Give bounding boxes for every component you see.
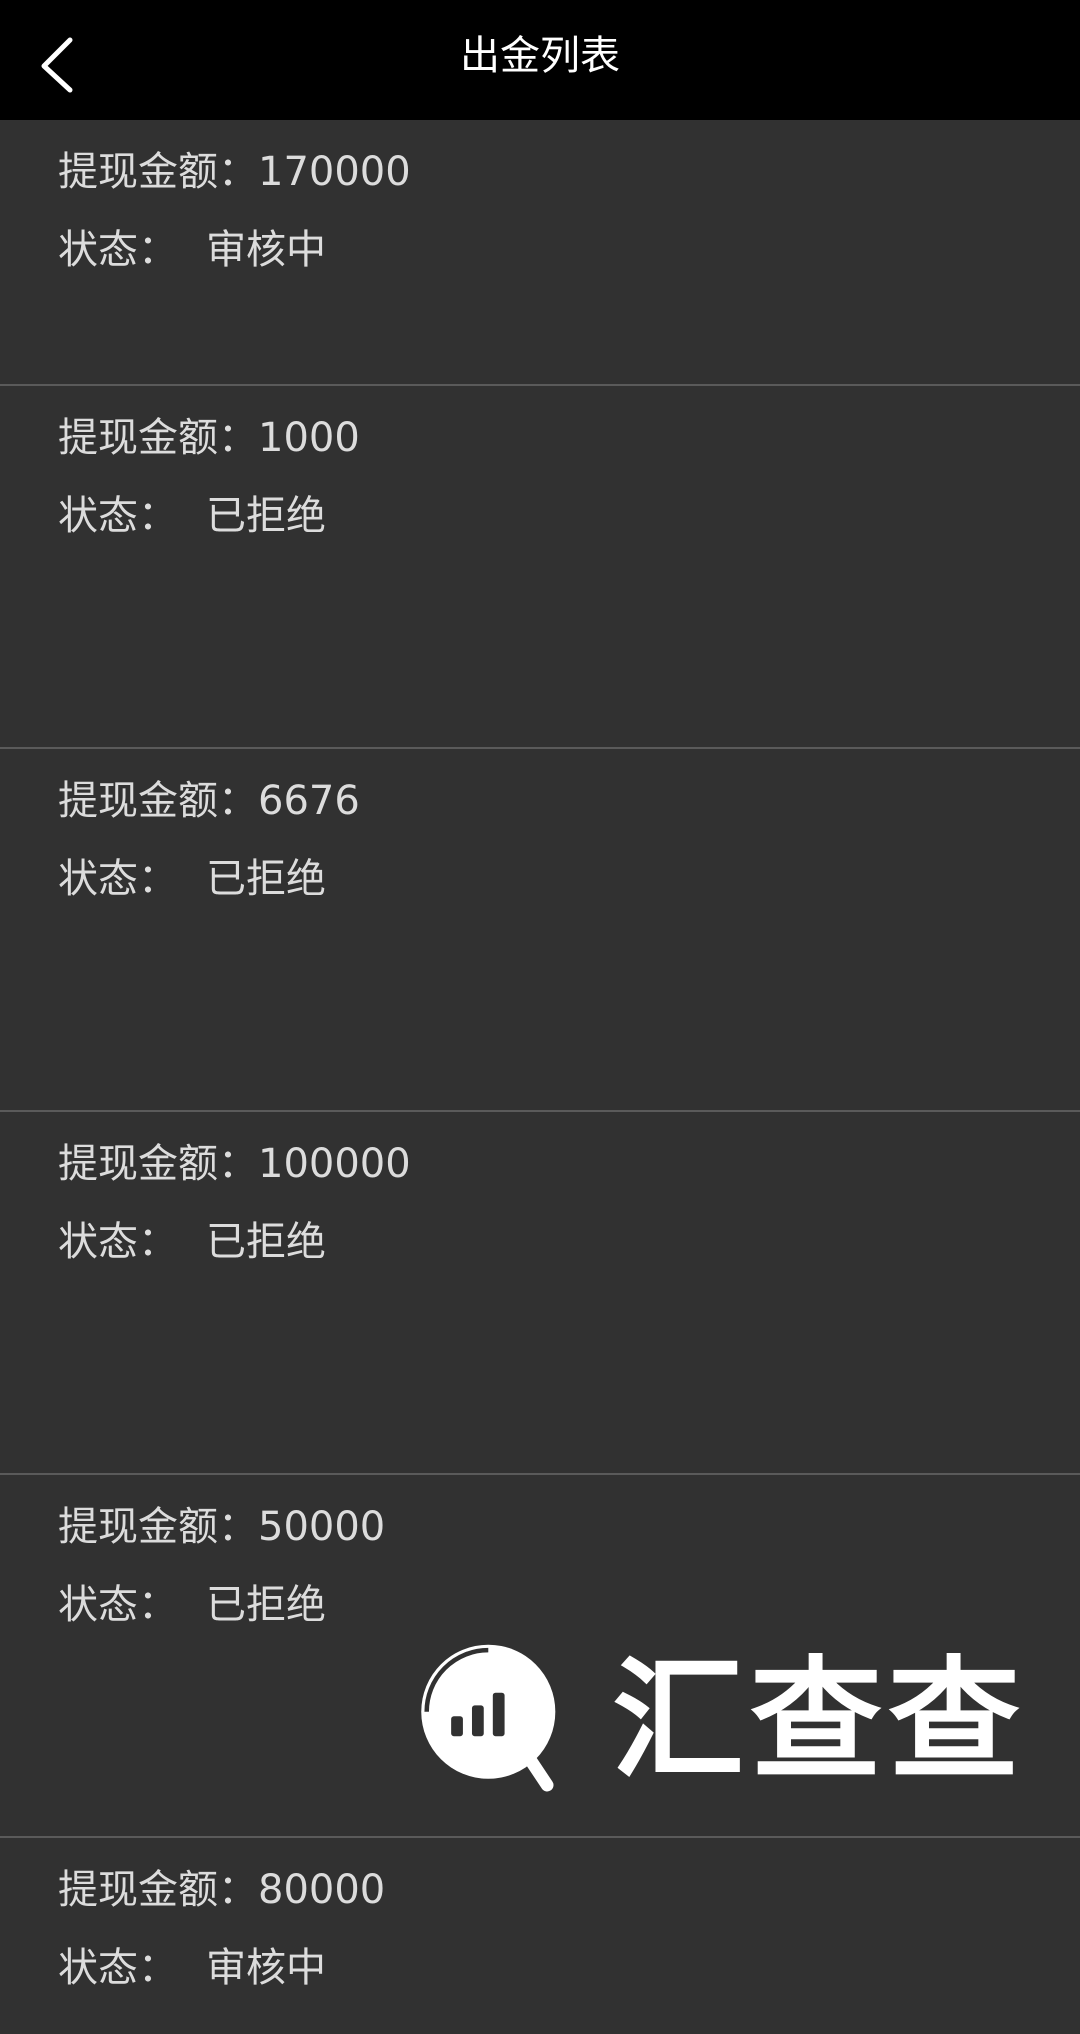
amount-line: 提现金额：50000 <box>58 1499 385 1555</box>
amount-line: 提现金额：170000 <box>58 144 411 200</box>
status-line: 状态： 审核中 <box>58 1940 326 1996</box>
amount-line: 提现金额：1000 <box>58 410 360 466</box>
amount-value: 100000 <box>258 1141 411 1187</box>
status-value: 已拒绝 <box>206 1582 326 1628</box>
amount-line: 提现金额：6676 <box>58 773 360 829</box>
nav-bar: 出金列表 <box>0 0 1080 120</box>
watermark-text: 汇查查 <box>612 1644 1026 1798</box>
amount-label: 提现金额： <box>58 1867 258 1913</box>
status-label: 状态： <box>58 1219 178 1265</box>
amount-label: 提现金额： <box>58 1504 258 1550</box>
page-title: 出金列表 <box>460 33 620 79</box>
amount-label: 提现金额： <box>58 778 258 824</box>
bar-chart-magnifier-icon <box>421 1644 556 1792</box>
amount-label: 提现金额： <box>58 415 258 461</box>
status-value: 审核中 <box>206 227 326 273</box>
status-label: 状态： <box>58 493 178 539</box>
status-label: 状态： <box>58 1945 178 1991</box>
status-value: 已拒绝 <box>206 856 326 902</box>
status-line: 状态： 已拒绝 <box>58 488 326 544</box>
status-line: 状态： 已拒绝 <box>58 1577 326 1633</box>
amount-value: 80000 <box>258 1867 386 1913</box>
watermark: 汇查查 <box>412 1640 1020 1810</box>
amount-label: 提现金额： <box>58 1141 258 1187</box>
status-label: 状态： <box>58 227 178 273</box>
amount-value: 170000 <box>258 149 411 195</box>
list-item[interactable]: 提现金额：170000 状态： 审核中 <box>0 120 1080 386</box>
amount-value: 6676 <box>258 778 360 824</box>
amount-line: 提现金额：80000 <box>58 1862 385 1918</box>
status-line: 状态： 已拒绝 <box>58 851 326 907</box>
status-value: 已拒绝 <box>206 1219 326 1265</box>
amount-value: 50000 <box>258 1504 386 1550</box>
list-item[interactable]: 提现金额：1000 状态： 已拒绝 <box>0 386 1080 749</box>
amount-line: 提现金额：100000 <box>58 1136 411 1192</box>
status-value: 已拒绝 <box>206 493 326 539</box>
list-item[interactable]: 提现金额：100000 状态： 已拒绝 <box>0 1112 1080 1475</box>
status-line: 状态： 已拒绝 <box>58 1214 326 1270</box>
status-line: 状态： 审核中 <box>58 222 326 278</box>
amount-value: 1000 <box>258 415 360 461</box>
list-item[interactable]: 提现金额：6676 状态： 已拒绝 <box>0 749 1080 1112</box>
list-item[interactable]: 提现金额：80000 状态： 审核中 <box>0 1838 1080 2034</box>
status-label: 状态： <box>58 856 178 902</box>
amount-label: 提现金额： <box>58 149 258 195</box>
status-value: 审核中 <box>206 1945 326 1991</box>
status-label: 状态： <box>58 1582 178 1628</box>
